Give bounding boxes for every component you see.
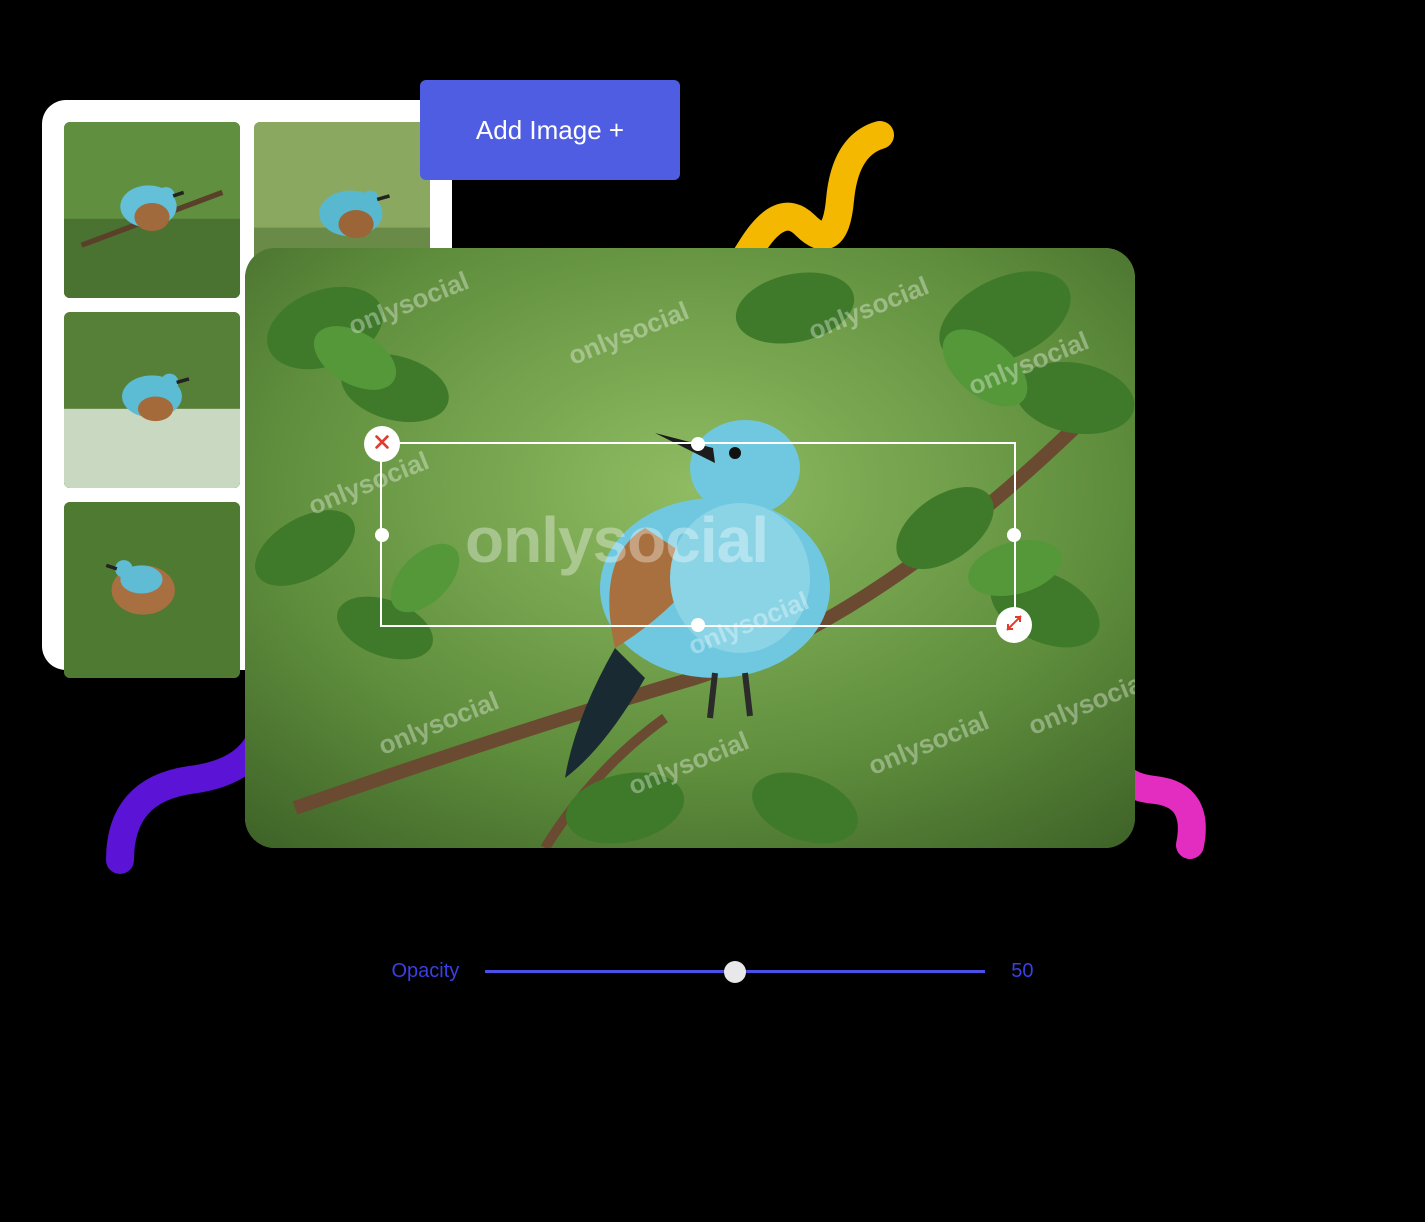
opacity-slider-row: Opacity 50 [0, 960, 1425, 983]
thumbnail-1[interactable] [64, 122, 240, 298]
close-icon [373, 433, 391, 456]
selection-box[interactable] [380, 442, 1016, 627]
resize-icon [1004, 613, 1024, 638]
selection-handle-right[interactable] [1007, 528, 1021, 542]
add-image-button[interactable]: Add Image + [420, 80, 680, 180]
selection-handle-bottom[interactable] [691, 618, 705, 632]
selection-handle-top[interactable] [691, 437, 705, 451]
selection-resize-handle[interactable] [996, 607, 1032, 643]
opacity-slider[interactable] [485, 970, 985, 973]
opacity-value: 50 [1011, 960, 1033, 983]
selection-close-button[interactable] [364, 426, 400, 462]
opacity-slider-thumb[interactable] [724, 961, 746, 983]
thumbnail-3[interactable] [64, 312, 240, 488]
selection-handle-left[interactable] [375, 528, 389, 542]
opacity-label: Opacity [391, 960, 459, 983]
editor-canvas[interactable]: onlysocial onlysocial onlysocial onlysoc… [245, 248, 1135, 848]
add-image-label: Add Image + [476, 115, 624, 146]
thumbnail-5[interactable] [64, 502, 240, 678]
